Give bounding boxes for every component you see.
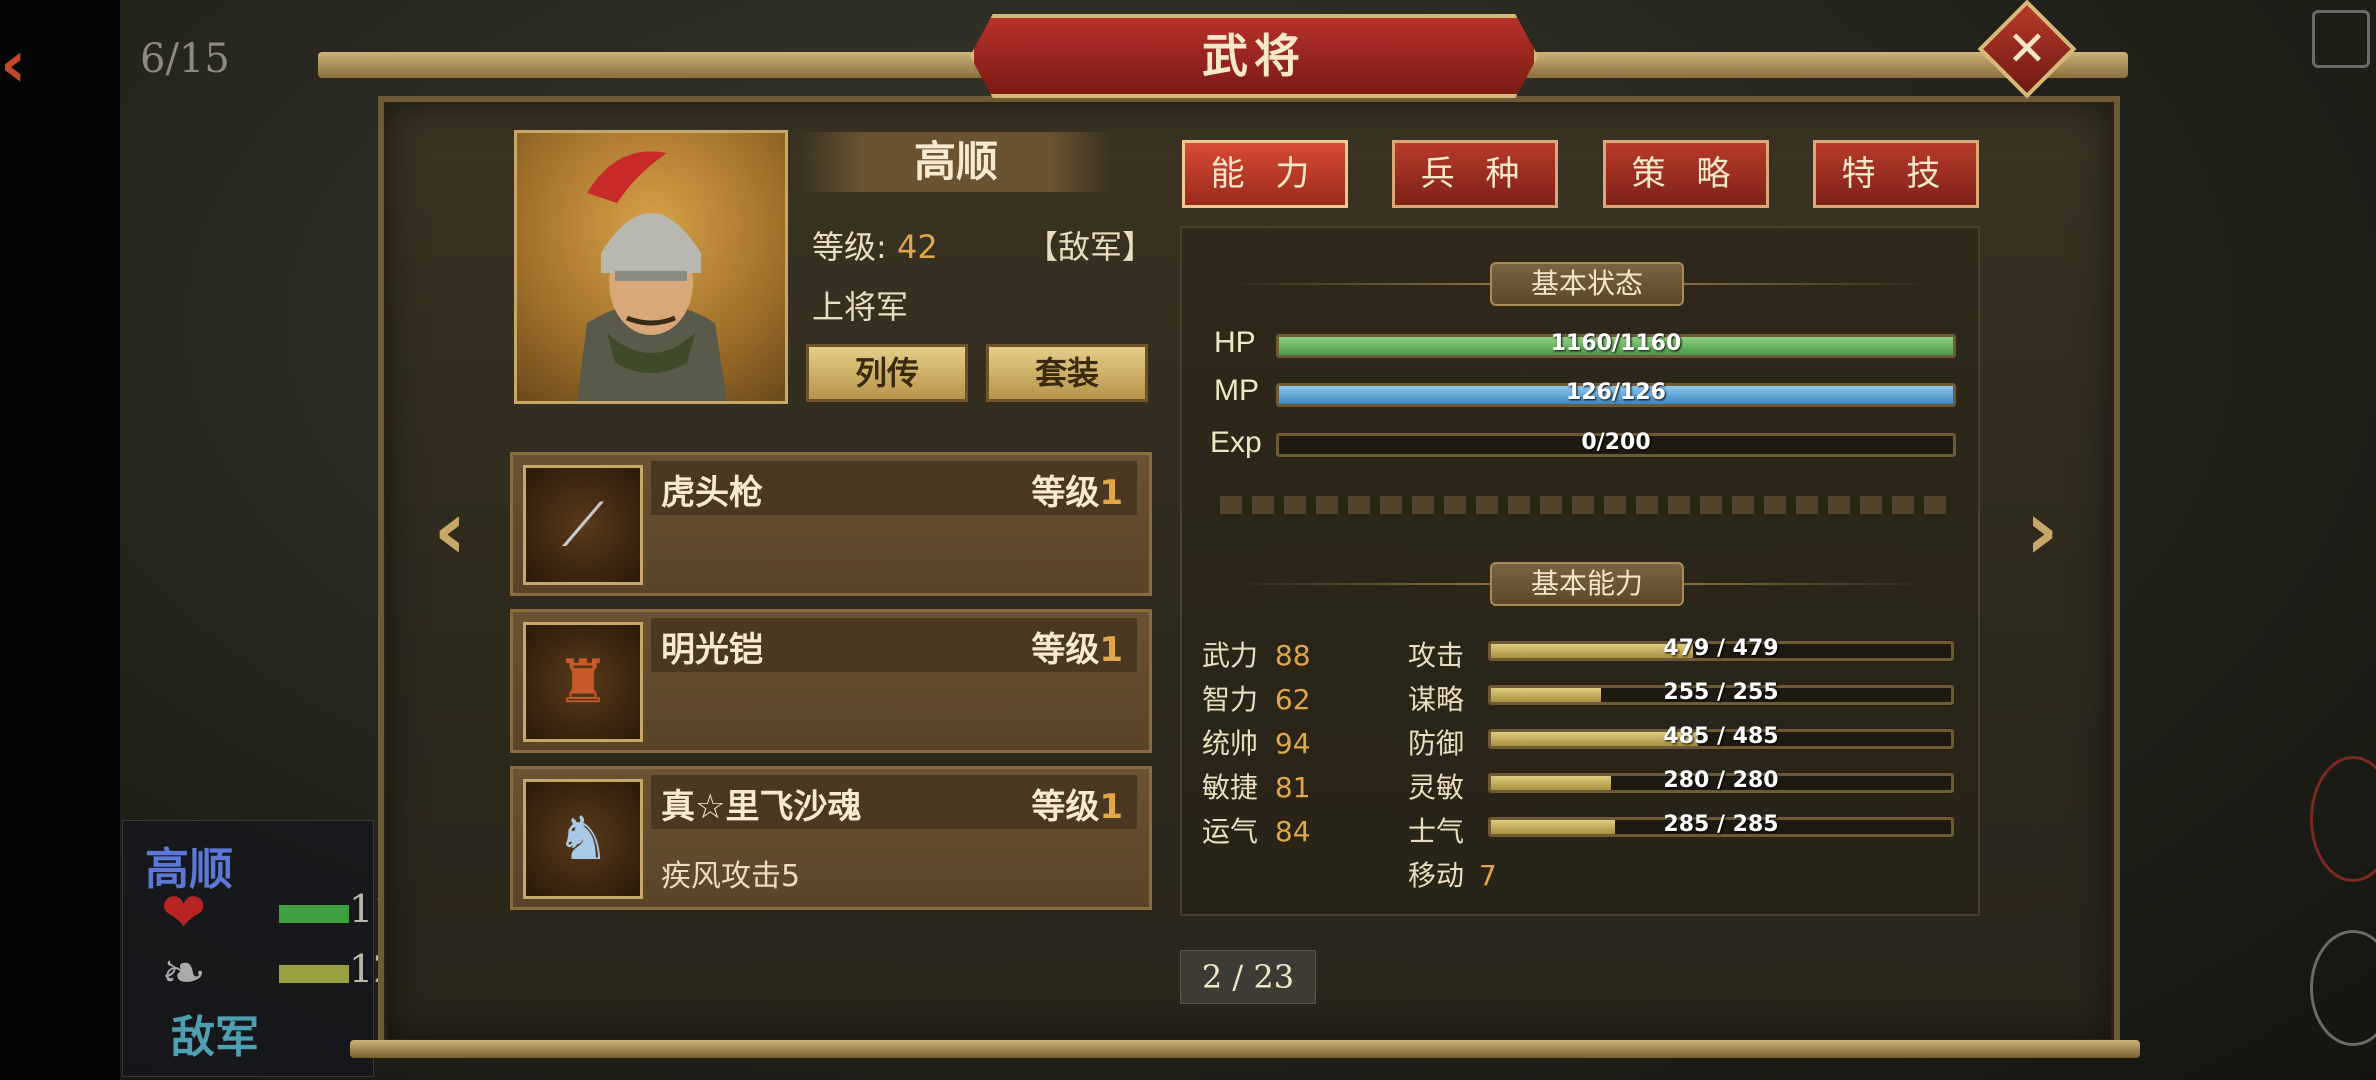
tab-strategy[interactable]: 策 略 <box>1603 140 1769 208</box>
unit-counter: 6/15 <box>140 36 230 82</box>
next-general-arrow-icon[interactable]: › <box>2012 486 2072 576</box>
hp-text: 1160/1160 <box>1550 331 1682 356</box>
attribute-value: 62 <box>1274 683 1311 716</box>
attribute-row: 武力 88 <box>1202 634 1311 674</box>
hud-mp-row: ❧ 126 <box>161 941 422 1004</box>
combat-stat-text: 485 / 485 <box>1663 724 1779 749</box>
combat-stat-label: 防御 <box>1408 727 1465 760</box>
unit-hud: 高顺 ❤ 116 ❧ 126 敌军 <box>122 820 422 1077</box>
panel-bottom-rail <box>350 1040 2140 1058</box>
general-portrait <box>514 130 788 404</box>
mp-label: MP <box>1214 374 1259 407</box>
attribute-value: 88 <box>1274 639 1311 672</box>
basic-status-title: 基本状态 <box>1490 262 1684 306</box>
hud-mp-bar <box>279 965 349 983</box>
level-row: 等级: 42 <box>812 222 938 268</box>
item-level-label: 等级 <box>1031 787 1100 827</box>
combat-stat-bar: 255 / 255 <box>1488 680 1954 705</box>
combat-stat-text: 280 / 280 <box>1663 768 1779 793</box>
equipment-slot-armor[interactable]: ♜ 明光铠 等级1 <box>510 609 1152 753</box>
rank-label: 上将军 <box>812 288 909 326</box>
equipment-slot-weapon[interactable]: ⟋ 虎头枪 等级1 <box>510 452 1152 596</box>
left-edge-bar <box>0 0 120 1080</box>
tab-troops[interactable]: 兵 种 <box>1392 140 1558 208</box>
item-level-label: 等级 <box>1031 630 1100 670</box>
move-row: 移动 7 <box>1408 854 1497 894</box>
tab-skills[interactable]: 特 技 <box>1813 140 1979 208</box>
heart-icon: ❤ <box>161 881 207 944</box>
combat-stat-text: 479 / 479 <box>1663 636 1779 661</box>
item-header: 虎头枪 等级1 <box>651 461 1137 515</box>
attribute-label: 武力 <box>1202 639 1259 672</box>
hud-side-label: 敌军 <box>171 1012 259 1063</box>
combat-stat-label: 谋略 <box>1408 683 1465 716</box>
combat-stat-label: 士气 <box>1408 815 1465 848</box>
level-label: 等级: <box>812 228 887 266</box>
move-label: 移动 <box>1408 859 1465 892</box>
page-indicator: 2 / 23 <box>1180 950 1316 1004</box>
attribute-label: 敏捷 <box>1202 771 1259 804</box>
item-level-value: 1 <box>1099 630 1123 670</box>
combat-stat-label: 攻击 <box>1408 639 1465 672</box>
mp-bar: 126/126 <box>1276 380 1956 407</box>
item-name: 真☆里飞沙魂 <box>661 787 862 827</box>
attribute-label: 智力 <box>1202 683 1259 716</box>
panel-title: 武将 <box>970 14 1538 98</box>
combat-stat-bar: 280 / 280 <box>1488 768 1954 793</box>
combat-stat-label: 灵敏 <box>1408 771 1465 804</box>
attribute-row: 智力 62 <box>1202 678 1311 718</box>
armor-icon: ♜ <box>523 622 643 742</box>
mp-text: 126/126 <box>1566 380 1666 405</box>
hp-label: HP <box>1214 326 1256 359</box>
exp-text: 0/200 <box>1581 430 1651 455</box>
close-icon[interactable]: ✕ <box>1992 14 2062 84</box>
attribute-row: 统帅 94 <box>1202 722 1311 762</box>
item-desc: 疾风攻击5 <box>661 859 801 894</box>
attribute-row: 运气 84 <box>1202 810 1311 850</box>
prev-general-arrow-icon[interactable]: ‹ <box>420 486 480 576</box>
item-header: 明光铠 等级1 <box>651 618 1137 672</box>
combat-stat-bar: 479 / 479 <box>1488 636 1954 661</box>
basic-ability-title: 基本能力 <box>1490 562 1684 606</box>
item-name: 明光铠 <box>661 630 763 670</box>
attribute-value: 84 <box>1274 815 1311 848</box>
tab-ability[interactable]: 能 力 <box>1182 140 1348 208</box>
horse-icon: ♞ <box>523 779 643 899</box>
item-level-value: 1 <box>1099 473 1123 513</box>
item-header: 真☆里飞沙魂 等级1 <box>651 775 1137 829</box>
feather-icon: ❧ <box>161 941 207 1004</box>
item-level: 等级1 <box>1031 622 1123 671</box>
level-value: 42 <box>896 228 938 266</box>
attribute-value: 81 <box>1274 771 1311 804</box>
item-name: 虎头枪 <box>661 473 763 513</box>
attribute-value: 94 <box>1274 727 1311 760</box>
spear-icon: ⟋ <box>523 465 643 585</box>
hud-hp-bar <box>279 905 349 923</box>
menu-icon[interactable] <box>2312 10 2370 68</box>
general-name: 高顺 <box>800 132 1112 192</box>
combat-stat-bar: 485 / 485 <box>1488 724 1954 749</box>
move-value: 7 <box>1478 859 1497 892</box>
item-level: 等级1 <box>1031 465 1123 514</box>
back-arrow-icon[interactable]: ‹ <box>0 30 44 100</box>
faction-label: 【敌军】 <box>1026 228 1155 266</box>
equipment-slot-mount[interactable]: ♞ 真☆里飞沙魂 等级1 疾风攻击5 <box>510 766 1152 910</box>
item-level: 等级1 <box>1031 779 1123 828</box>
biography-button[interactable]: 列传 <box>806 344 968 402</box>
hp-bar: 1160/1160 <box>1276 331 1956 358</box>
combat-stat-text: 255 / 255 <box>1663 680 1779 705</box>
attribute-row: 敏捷 81 <box>1202 766 1311 806</box>
attribute-label: 统帅 <box>1202 727 1259 760</box>
equipment-set-button[interactable]: 套装 <box>986 344 1148 402</box>
combat-stat-text: 285 / 285 <box>1663 812 1779 837</box>
decorative-border <box>1220 496 1956 514</box>
exp-label: Exp <box>1210 426 1262 459</box>
hud-hp-row: ❤ 116 <box>161 881 422 944</box>
item-level-value: 1 <box>1099 787 1123 827</box>
item-level-label: 等级 <box>1031 473 1100 513</box>
combat-stat-bar: 285 / 285 <box>1488 812 1954 837</box>
attribute-label: 运气 <box>1202 815 1259 848</box>
exp-bar: 0/200 <box>1276 430 1956 457</box>
portrait-art <box>577 151 727 401</box>
